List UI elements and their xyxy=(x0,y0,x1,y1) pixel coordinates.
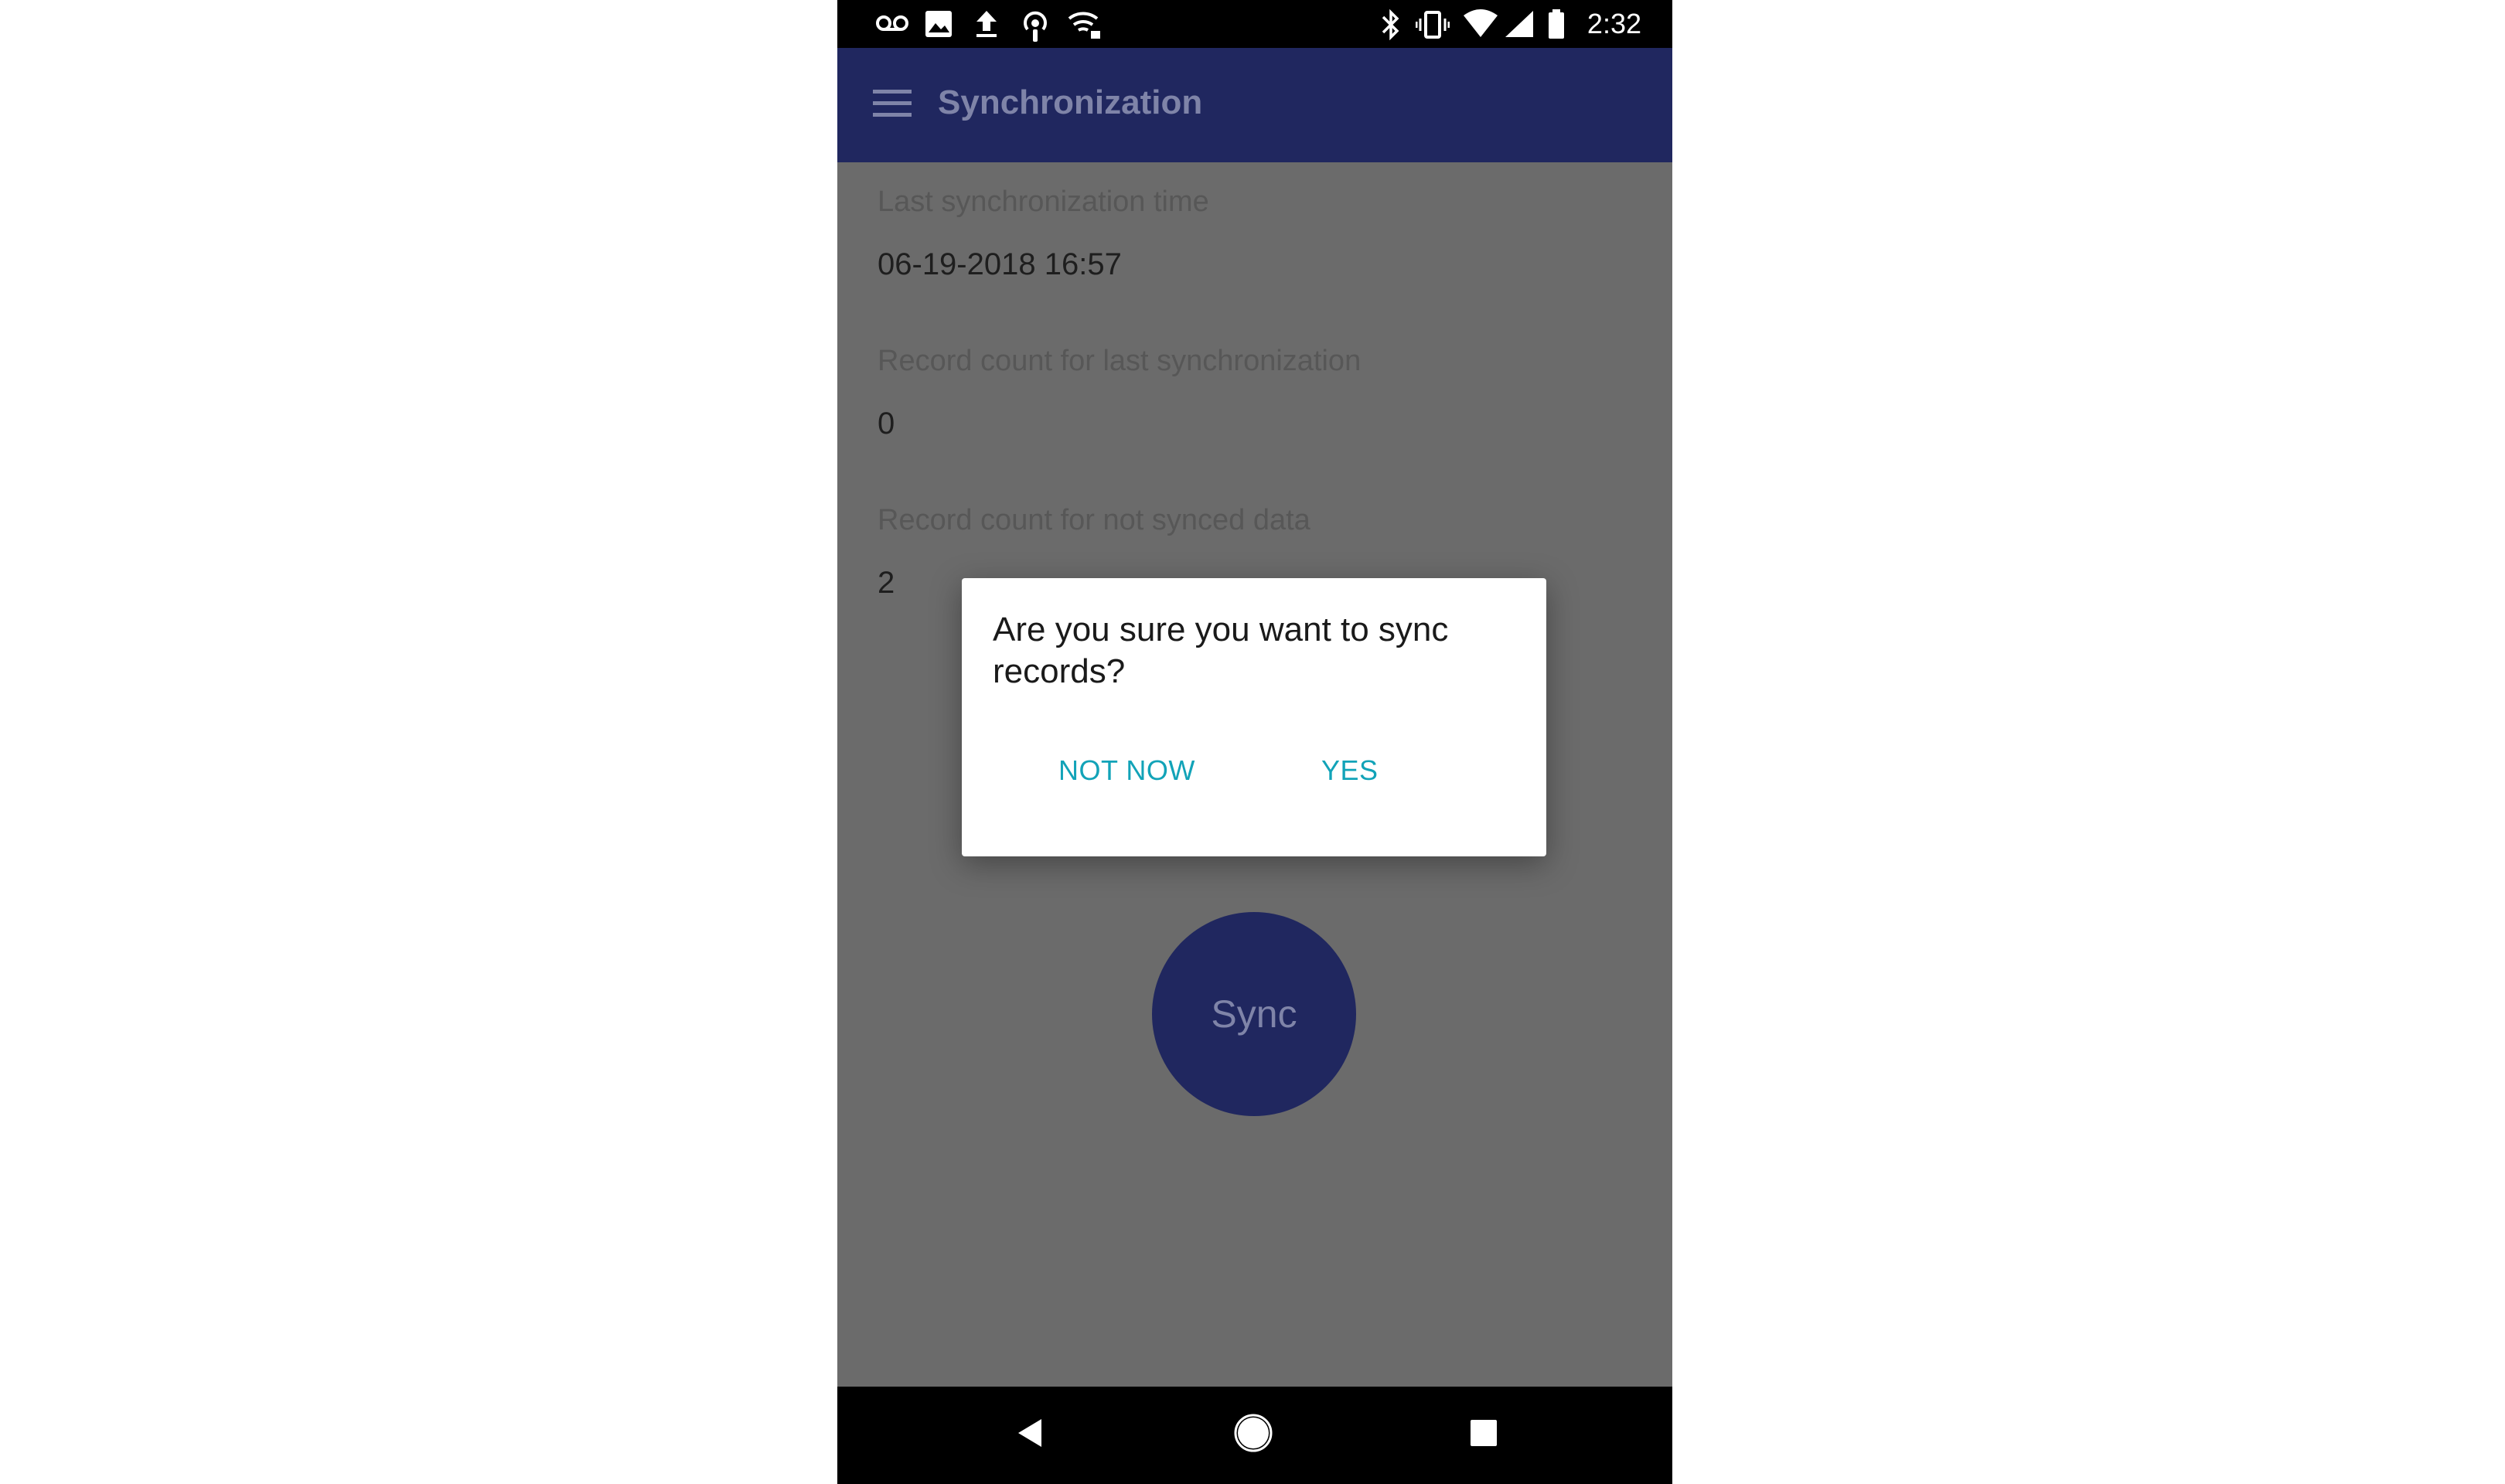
upload-icon xyxy=(976,11,997,37)
wifi-icon xyxy=(1464,9,1498,37)
status-clock: 2:32 xyxy=(1586,8,1641,39)
sync-button[interactable]: Sync xyxy=(1152,912,1356,1116)
not-synced-count-label: Record count for not synced data xyxy=(878,504,1310,536)
last-sync-count-label: Record count for last synchronization xyxy=(878,345,1362,377)
signal-icon xyxy=(1505,11,1533,37)
image-icon xyxy=(925,11,952,37)
last-sync-count-value: 0 xyxy=(878,407,895,441)
wifi-lock-icon xyxy=(1068,12,1100,39)
dialog-message: Are you sure you want to sync records? xyxy=(993,611,1449,690)
recents-icon[interactable] xyxy=(1460,1410,1507,1456)
navigation-bar xyxy=(837,1387,1672,1484)
not-now-button[interactable]: NOT NOW xyxy=(1043,747,1211,795)
last-sync-time-label: Last synchronization time xyxy=(878,186,1209,218)
status-bar: 2:32 xyxy=(837,0,1672,48)
bluetooth-icon xyxy=(1382,9,1399,40)
app-bar: Synchronization xyxy=(837,48,1672,162)
vibrate-icon xyxy=(1416,11,1450,39)
phone-screen: 2:32 Synchronization Last synchronizatio… xyxy=(837,0,1672,1484)
not-synced-count-value: 2 xyxy=(878,566,895,600)
home-icon[interactable] xyxy=(1230,1410,1276,1456)
back-icon[interactable] xyxy=(1006,1410,1052,1456)
yes-button[interactable]: YES xyxy=(1306,747,1394,795)
sync-content: Last synchronization time 06-19-2018 16:… xyxy=(837,162,1672,1387)
battery-icon xyxy=(1549,9,1564,39)
page-title: Synchronization xyxy=(938,83,1203,121)
menu-icon[interactable] xyxy=(873,88,912,119)
podcast-icon xyxy=(1024,11,1047,42)
last-sync-time-value: 06-19-2018 16:57 xyxy=(878,247,1122,281)
confirm-sync-dialog: Are you sure you want to sync records? N… xyxy=(962,578,1546,856)
voicemail-icon xyxy=(876,15,908,31)
